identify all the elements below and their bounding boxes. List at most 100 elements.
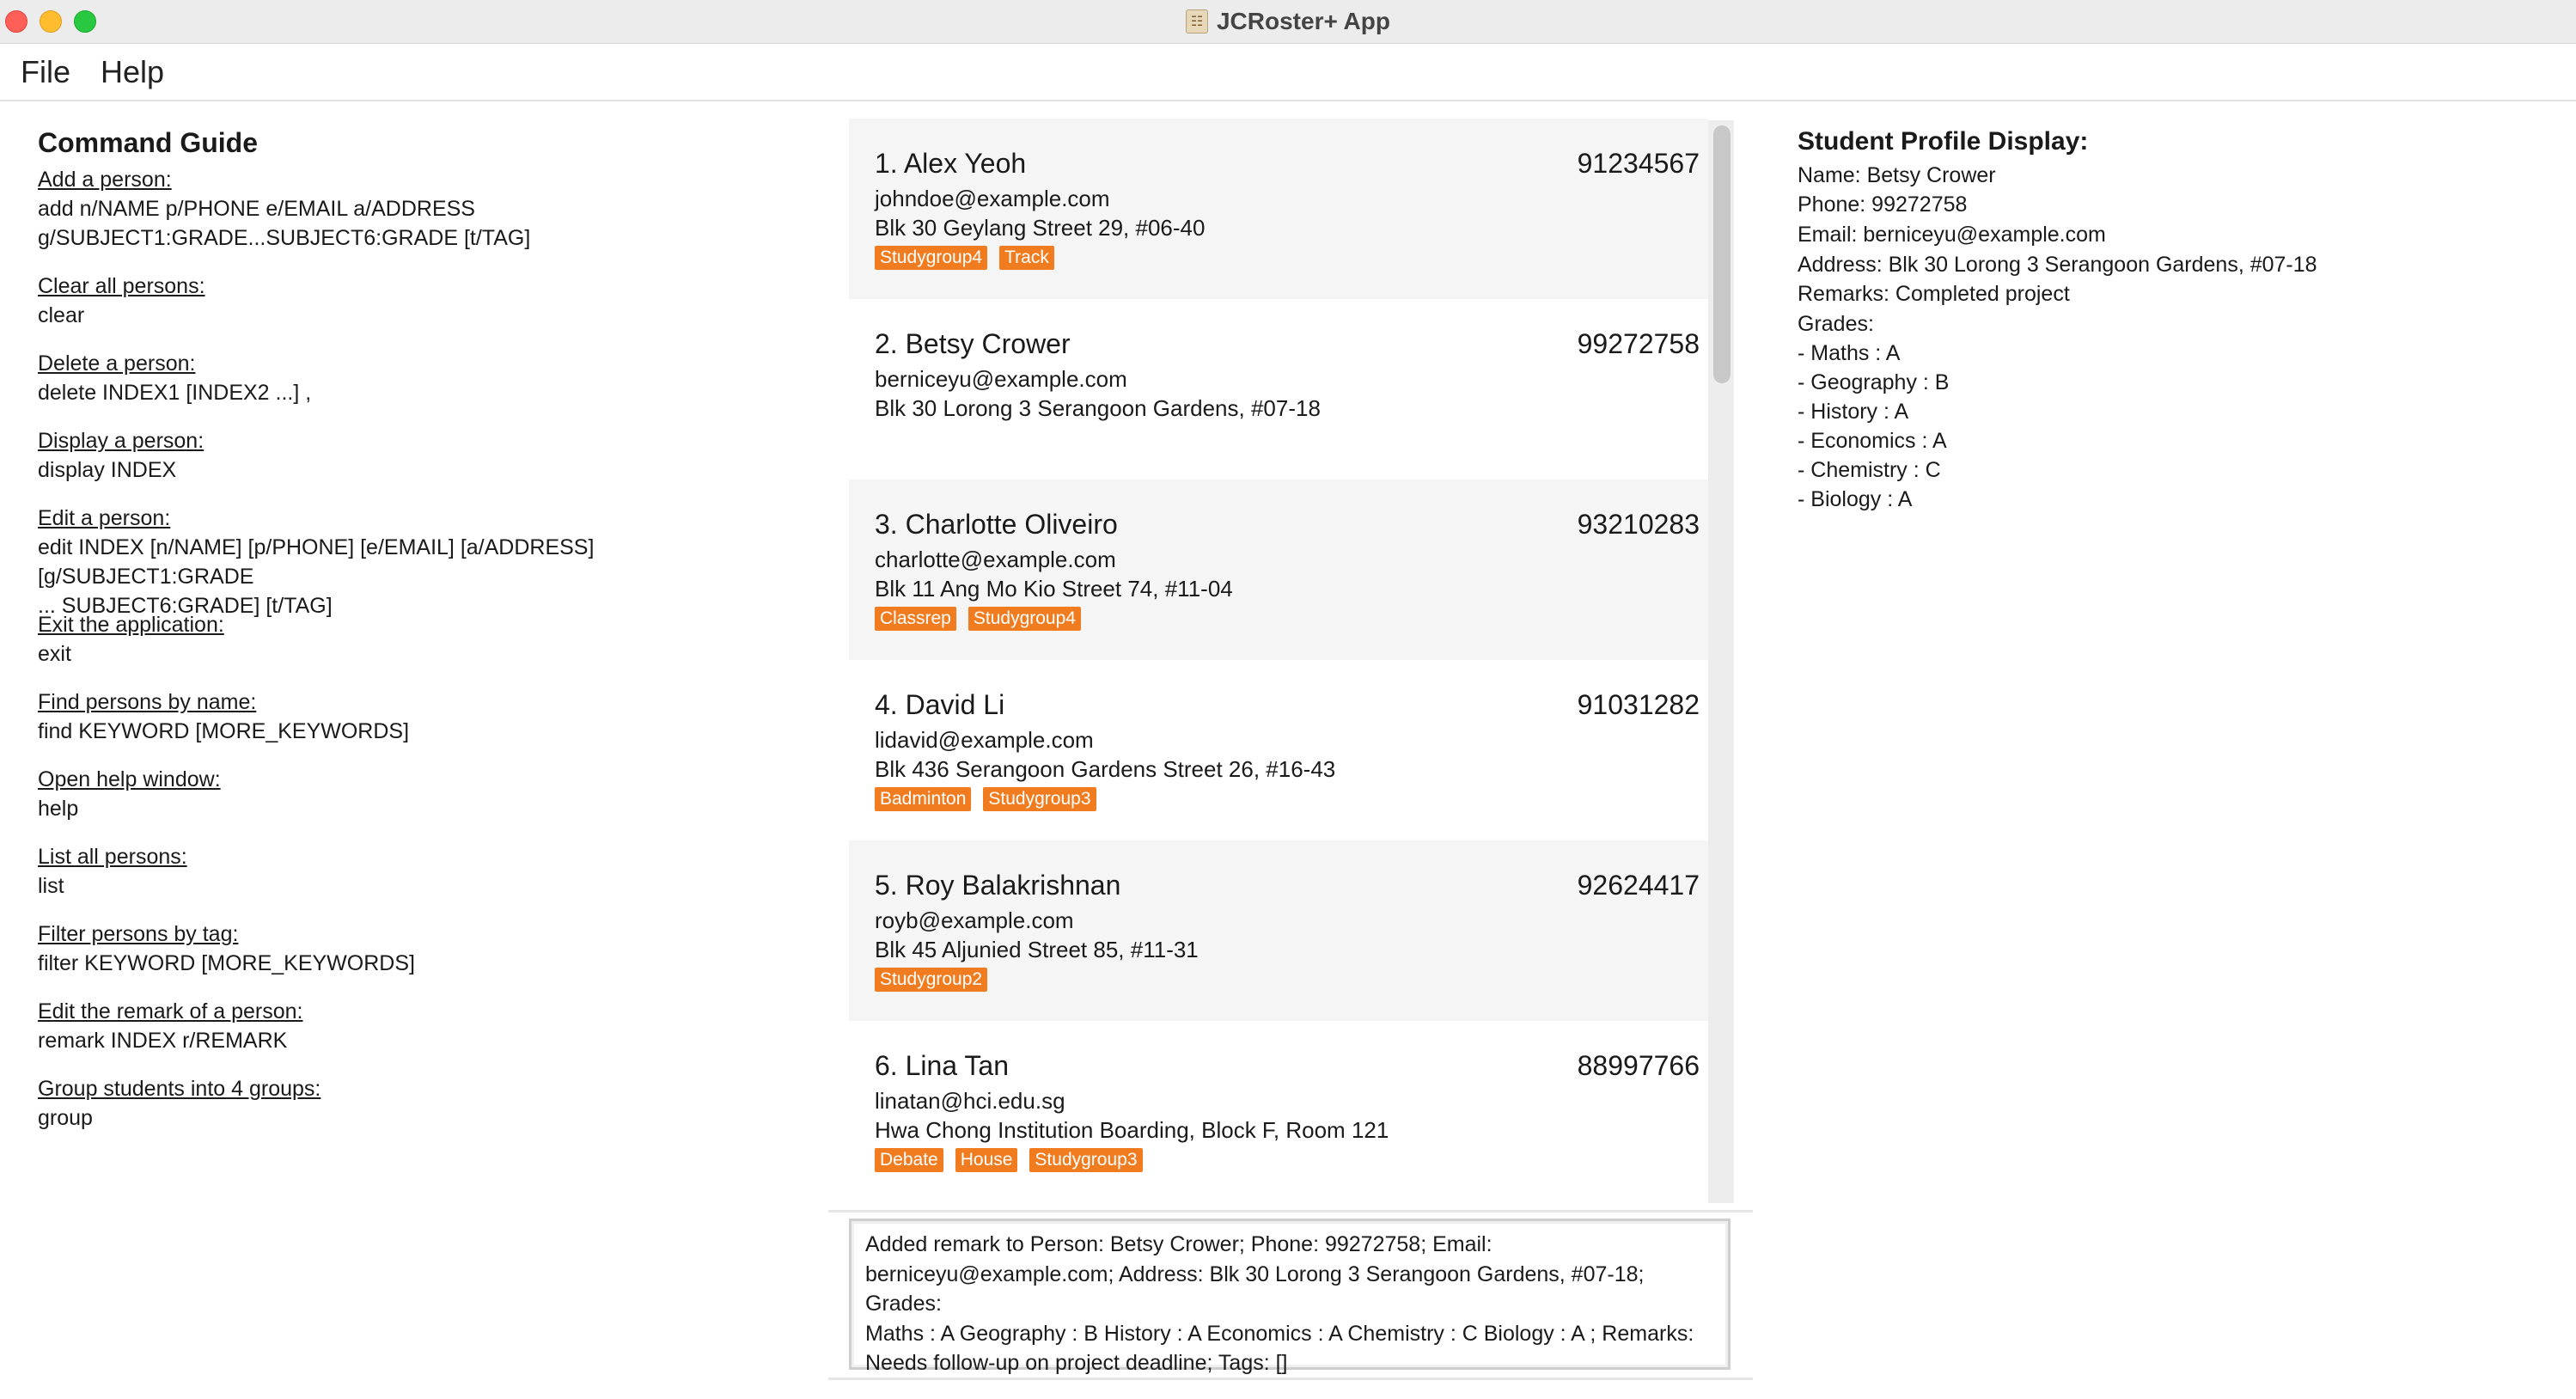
guide-entry-label: Find persons by name:: [38, 690, 257, 714]
guide-entry-command: add n/NAME p/PHONE e/EMAIL a/ADDRESS g/S…: [38, 197, 531, 250]
guide-entry-edit: Edit a person: edit INDEX [n/NAME] [p/PH…: [38, 504, 811, 620]
person-tag: House: [955, 1148, 1018, 1172]
person-tag: Studygroup4: [875, 246, 988, 270]
profile-line: - Maths : A: [1798, 341, 1901, 365]
person-phone: 92624417: [1577, 870, 1700, 901]
guide-entry-add: Add a person: add n/NAME p/PHONE e/EMAIL…: [38, 165, 811, 253]
guide-entry-find: Find persons by name: find KEYWORD [MORE…: [38, 687, 811, 746]
profile-line: Name: Betsy Crower: [1798, 163, 1996, 187]
person-name: 3. Charlotte Oliveiro: [875, 509, 1118, 540]
guide-entry-clear: Clear all persons: clear: [38, 272, 811, 330]
person-tag: Badminton: [875, 787, 972, 811]
list-scrollbar-thumb[interactable]: [1713, 125, 1731, 383]
guide-entry-exit: Exit the application: exit: [38, 610, 811, 669]
profile-line: Address: Blk 30 Lorong 3 Serangoon Garde…: [1798, 253, 2317, 277]
guide-entry-label: Display a person:: [38, 429, 204, 453]
menu-bar: File Help: [0, 44, 2576, 101]
guide-entry-label: Open help window:: [38, 767, 221, 791]
guide-entry-label: Edit the remark of a person:: [38, 999, 303, 1023]
person-card[interactable]: 3. Charlotte Oliveiro 93210283 charlotte…: [849, 480, 1708, 660]
person-card[interactable]: 4. David Li 91031282 lidavid@example.com…: [849, 660, 1708, 840]
profile-line: - Economics : A: [1798, 429, 1947, 453]
guide-entry-command: clear: [38, 303, 85, 327]
person-name: 5. Roy Balakrishnan: [875, 870, 1121, 901]
profile-line: Phone: 99272758: [1798, 192, 1968, 217]
person-card[interactable]: 6. Lina Tan 88997766 linatan@hci.edu.sg …: [849, 1021, 1708, 1201]
guide-entry-label: List all persons:: [38, 845, 187, 869]
person-tags: Debate House Studygroup3: [875, 1148, 1143, 1172]
guide-entry-label: Add a person:: [38, 168, 172, 192]
guide-entry-group: Group students into 4 groups: group: [38, 1074, 811, 1133]
person-email: lidavid@example.com: [875, 727, 1094, 753]
menu-file[interactable]: File: [21, 54, 70, 90]
guide-entry-delete: Delete a person: delete INDEX1 [INDEX2 .…: [38, 349, 811, 407]
person-card[interactable]: 5. Roy Balakrishnan 92624417 royb@exampl…: [849, 840, 1708, 1021]
guide-entry-label: Delete a person:: [38, 351, 196, 376]
menu-help[interactable]: Help: [101, 54, 164, 90]
person-email: royb@example.com: [875, 907, 1074, 933]
guide-entry-label: Edit a person:: [38, 506, 171, 530]
command-box-divider: [828, 1378, 1753, 1380]
profile-line: - Biology : A: [1798, 487, 1913, 511]
person-tag: Classrep: [875, 607, 956, 631]
person-email: linatan@hci.edu.sg: [875, 1088, 1065, 1114]
person-card[interactable]: 2. Betsy Crower 99272758 berniceyu@examp…: [849, 299, 1708, 480]
window-title: JCRoster+ App: [1216, 8, 1390, 34]
app-window: ☷ JCRoster+ App File Help Command Guide …: [0, 0, 2576, 1399]
person-address: Blk 11 Ang Mo Kio Street 74, #11-04: [875, 576, 1233, 602]
guide-entry-command: find KEYWORD [MORE_KEYWORDS]: [38, 719, 410, 743]
person-address: Hwa Chong Institution Boarding, Block F,…: [875, 1117, 1389, 1143]
window-title-group: ☷ JCRoster+ App: [0, 0, 2576, 43]
guide-entry-label: Filter persons by tag:: [38, 922, 239, 946]
person-list: 1. Alex Yeoh 91234567 johndoe@example.co…: [828, 101, 1753, 1213]
person-tag: Studygroup4: [968, 607, 1081, 631]
person-address: Blk 45 Aljunied Street 85, #11-31: [875, 937, 1199, 962]
person-tags: Studygroup4 Track: [875, 246, 1054, 270]
person-email: charlotte@example.com: [875, 547, 1116, 572]
result-line: Added remark to Person: Betsy Crower; Ph…: [865, 1232, 1492, 1256]
result-text: Added remark to Person: Betsy Crower; Ph…: [865, 1230, 1716, 1378]
profile-title: Student Profile Display:: [1798, 127, 2089, 156]
guide-entry-label: Group students into 4 groups:: [38, 1077, 321, 1101]
person-tag: Track: [999, 246, 1054, 270]
result-line: Maths : A Geography : B History : A Econ…: [865, 1321, 1694, 1346]
guide-entry-command: list: [38, 874, 64, 898]
guide-entry-command: edit INDEX [n/NAME] [p/PHONE] [e/EMAIL] …: [38, 535, 595, 618]
guide-entry-command: group: [38, 1106, 93, 1130]
guide-entry-command: delete INDEX1 [INDEX2 ...] ,: [38, 381, 312, 405]
person-email: johndoe@example.com: [875, 186, 1110, 211]
person-tag: Studygroup2: [875, 968, 988, 992]
app-icon: ☷: [1185, 9, 1208, 34]
person-address: Blk 436 Serangoon Gardens Street 26, #16…: [875, 756, 1336, 782]
person-tags: Studygroup2: [875, 968, 988, 992]
person-tag: Debate: [875, 1148, 943, 1172]
profile-line: Email: berniceyu@example.com: [1798, 223, 2106, 247]
person-name: 6. Lina Tan: [875, 1050, 1009, 1081]
result-line: Needs follow-up on project deadline; Tag…: [865, 1351, 1288, 1375]
person-name: 4. David Li: [875, 689, 1005, 720]
person-email: berniceyu@example.com: [875, 366, 1127, 392]
profile-line: - Chemistry : C: [1798, 458, 1941, 482]
person-card[interactable]: 1. Alex Yeoh 91234567 johndoe@example.co…: [849, 119, 1708, 299]
student-profile-panel: Student Profile Display: Name: Betsy Cro…: [1753, 101, 2576, 1399]
person-phone: 91234567: [1577, 148, 1700, 179]
person-address: Blk 30 Geylang Street 29, #06-40: [875, 215, 1206, 241]
guide-entry-help: Open help window: help: [38, 765, 811, 823]
profile-line: - History : A: [1798, 400, 1909, 424]
person-phone: 88997766: [1577, 1050, 1700, 1081]
guide-entry-remark: Edit the remark of a person: remark INDE…: [38, 997, 811, 1055]
guide-entry-display: Display a person: display INDEX: [38, 426, 811, 485]
guide-entry-command: exit: [38, 642, 71, 666]
guide-entry-label: Clear all persons:: [38, 274, 205, 298]
guide-entry-filter: Filter persons by tag: filter KEYWORD [M…: [38, 919, 811, 978]
person-tag: Studygroup3: [1029, 1148, 1143, 1172]
command-guide-title: Command Guide: [38, 127, 259, 158]
result-line: berniceyu@example.com; Address: Blk 30 L…: [865, 1262, 1651, 1317]
person-phone: 93210283: [1577, 509, 1700, 540]
result-display[interactable]: Added remark to Person: Betsy Crower; Ph…: [849, 1219, 1731, 1375]
profile-line: - Geography : B: [1798, 370, 1950, 394]
title-bar: ☷ JCRoster+ App: [0, 0, 2576, 44]
person-list-panel: 1. Alex Yeoh 91234567 johndoe@example.co…: [828, 101, 1755, 1399]
guide-entry-list: List all persons: list: [38, 842, 811, 901]
person-tag: Studygroup3: [983, 787, 1096, 811]
